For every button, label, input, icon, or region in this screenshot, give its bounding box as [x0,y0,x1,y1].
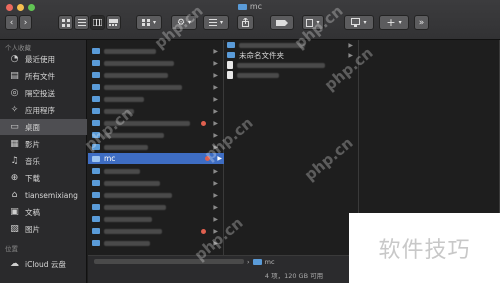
chevron-right-icon: › [23,17,28,28]
list-icon [77,19,86,26]
chevron-down-icon: ▾ [398,19,402,26]
folder-icon [92,155,100,162]
sidebar-item-desktop[interactable]: ▭ 桌面 [0,119,87,135]
column-view-button[interactable] [90,15,105,30]
sidebar-item-icloud[interactable]: ☁ iCloud 云盘 [0,256,87,272]
window-title: mc [200,2,300,11]
gallery-icon [109,19,118,26]
sidebar-item-downloads[interactable]: ⊕ 下载 [0,170,87,186]
back-button[interactable]: ‹ [5,15,18,30]
sidebar-item-recents[interactable]: ◔ 最近使用 [0,51,87,67]
toolbar: mc ‹ › ▾ ⚙ ▾ ▾ ▾ ▾ + ▾ » [0,0,500,40]
chevron-down-icon: ▾ [152,19,156,26]
sidebar: 个人收藏 ◔ 最近使用 ▤ 所有文件 ◎ 隔空投送 ✧ 应用程序 ▭ 桌面 ▦ … [0,40,87,283]
folder-icon [252,258,262,265]
forward-button[interactable]: › [19,15,32,30]
grid-icon [141,19,150,26]
chevron-right-icon: › [247,257,250,266]
document-icon [227,61,233,69]
path-item-mc[interactable]: mc [265,258,275,266]
tag-icon [276,19,288,26]
sidebar-item-home[interactable]: ⌂ tiansemixiang [0,187,87,203]
monitor-icon [351,18,361,27]
sidebar-item-pictures[interactable]: ▧ 图片 [0,221,87,237]
all-files-icon: ▤ [10,71,19,81]
chevron-down-icon: ▾ [363,19,367,26]
watermark-badge: 软件技巧 [349,213,500,283]
clock-icon: ◔ [10,54,19,64]
minimize-window-button[interactable] [17,4,24,11]
desktop-share-button[interactable]: ▾ [344,15,374,30]
sidebar-item-movies[interactable]: ▦ 影片 [0,136,87,152]
group-button[interactable]: ▾ [136,15,162,30]
sidebar-section-locations: 位置 [5,245,18,253]
status-text: 4 项，120 GB 可用 [264,272,324,280]
list-view-button[interactable] [74,15,89,30]
chevron-left-icon: ‹ [9,17,14,28]
arrange-icon [208,19,217,26]
list-item[interactable]: ▶ [227,40,355,50]
close-window-button[interactable] [6,4,13,11]
share-icon [242,18,249,27]
airdrop-icon: ◎ [10,88,19,98]
home-icon: ⌂ [11,190,18,200]
icon-view-button[interactable] [58,15,73,30]
chevron-right-icon: ▶ [348,41,353,49]
gallery-view-button[interactable] [106,15,121,30]
pictures-icon: ▧ [10,224,19,234]
chevron-double-right-icon: » [418,17,425,28]
tag-button[interactable] [270,15,294,30]
chevron-down-icon: ▾ [219,19,223,26]
grid-icon [61,18,70,27]
desktop-icon: ▭ [10,122,19,132]
share-button[interactable] [237,15,254,30]
sidebar-item-all-files[interactable]: ▤ 所有文件 [0,68,87,84]
sidebar-item-applications[interactable]: ✧ 应用程序 [0,102,87,118]
folder-icon [227,42,235,48]
list-item[interactable]: 未命名文件夹 ▶ [227,50,355,60]
folder-icon [227,52,235,58]
film-icon: ▦ [10,139,19,149]
sidebar-item-airdrop[interactable]: ◎ 隔空投送 [0,85,87,101]
music-icon: ♫ [10,156,19,166]
download-icon: ⊕ [10,173,19,183]
sidebar-item-music[interactable]: ♫ 音乐 [0,153,87,169]
apps-icon: ✧ [10,105,19,115]
cloud-icon: ☁ [10,259,19,269]
overflow-button[interactable]: » [414,15,429,30]
document-icon [227,71,233,79]
plus-icon: + [386,16,396,29]
new-item-button[interactable]: + ▾ [379,15,409,30]
sidebar-item-documents[interactable]: ▣ 文稿 [0,204,87,220]
columns-icon [93,19,102,26]
arrange-button[interactable]: ▾ [203,15,229,30]
folder-icon [237,3,247,10]
zoom-window-button[interactable] [28,4,35,11]
documents-icon: ▣ [10,207,19,217]
